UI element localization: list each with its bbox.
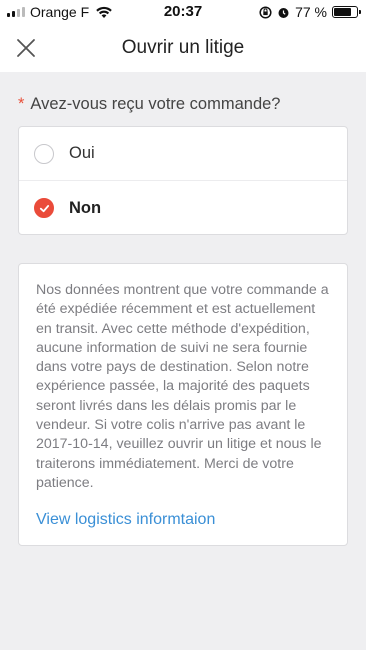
battery-icon	[332, 6, 361, 18]
status-right: 77 %	[259, 4, 361, 20]
option-non[interactable]: Non	[19, 181, 347, 235]
battery-percent: 77 %	[295, 4, 327, 20]
option-label: Oui	[69, 144, 95, 162]
radio-checked-icon[interactable]	[34, 198, 54, 218]
info-card: Nos données montrent que votre commande …	[18, 263, 348, 546]
radio-unchecked-icon[interactable]	[34, 143, 54, 164]
question-text: Avez-vous reçu votre commande?	[30, 95, 281, 113]
battery-fill	[334, 8, 351, 16]
shipping-info-message: Nos données montrent que votre commande …	[36, 282, 329, 491]
required-mark: *	[18, 95, 25, 113]
option-label: Non	[69, 198, 102, 217]
header-bar: Ouvrir un litige	[0, 24, 366, 72]
orientation-lock-icon	[259, 5, 272, 19]
view-logistics-link[interactable]: View logistics informtaion	[36, 511, 331, 529]
alarm-icon	[278, 7, 289, 18]
options-card: Oui Non	[18, 126, 348, 235]
question-label: * Avez-vous reçu votre commande?	[18, 95, 280, 114]
status-bar: Orange F 20:37 77 %	[0, 0, 366, 24]
page-title: Ouvrir un litige	[121, 37, 245, 58]
option-oui[interactable]: Oui	[19, 127, 347, 181]
